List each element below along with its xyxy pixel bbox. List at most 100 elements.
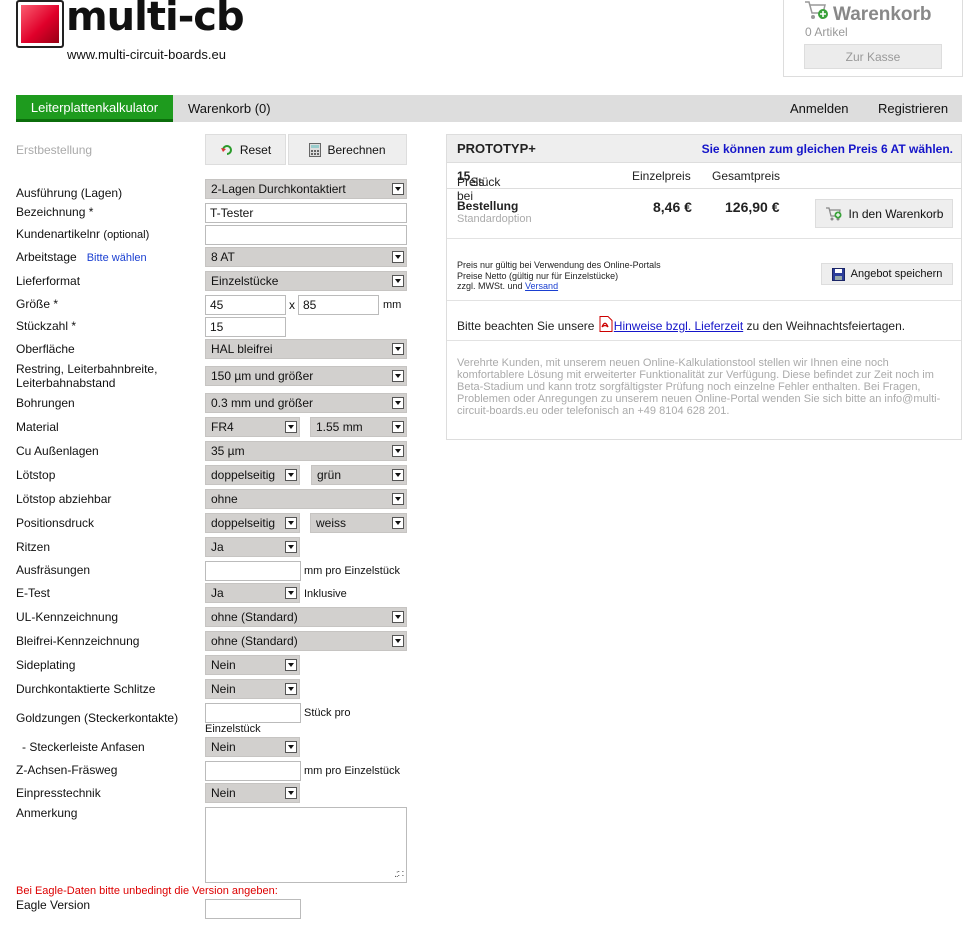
etest-note: Inklusive <box>304 588 347 600</box>
leadfree-select[interactable]: ohne (Standard) <box>205 631 407 651</box>
gold-input[interactable] <box>205 703 301 723</box>
gold-unit-line1: Stück pro <box>304 707 351 719</box>
login-link[interactable]: Anmelden <box>790 95 849 122</box>
ul-select[interactable]: ohne (Standard) <box>205 607 407 627</box>
sideplating-label: Sideplating <box>16 658 76 672</box>
peelable-select[interactable]: ohne <box>205 489 407 509</box>
etest-label: E-Test <box>16 586 51 600</box>
chevron-down-icon <box>285 421 297 433</box>
article-input[interactable] <box>205 225 407 245</box>
chamfer-select[interactable]: Nein <box>205 737 300 757</box>
size-height-input[interactable]: 85 <box>298 295 379 315</box>
milling-label: Ausfräsungen <box>16 563 91 577</box>
reset-icon <box>220 143 234 157</box>
price-for-label: Preis bei 15 Stück <box>457 169 501 203</box>
cart-add-icon <box>825 206 843 222</box>
peelable-label: Lötstop abziehbar <box>16 492 112 506</box>
cu-outer-select[interactable]: 35 µm <box>205 441 407 461</box>
delivery-time-link[interactable]: Hinweise bzgl. Lieferzeit <box>614 319 743 333</box>
surface-label: Oberfläche <box>16 342 75 356</box>
silkscreen-label: Positionsdruck <box>16 516 95 530</box>
material-select[interactable]: FR4 <box>205 417 300 437</box>
chevron-down-icon <box>392 343 404 355</box>
drills-select[interactable]: 0.3 mm und größer <box>205 393 407 413</box>
silkscreen-color-select[interactable]: weiss <box>310 513 407 533</box>
remark-textarea[interactable]: .:∷ <box>205 807 407 883</box>
tab-cart[interactable]: Warenkorb (0) <box>188 95 271 122</box>
quantity-input[interactable]: 15 <box>205 317 286 337</box>
workdays-label: Arbeitstage Bitte wählen <box>16 250 147 265</box>
ul-label: UL-Kennzeichnung <box>16 610 119 624</box>
calculate-button[interactable]: Berechnen <box>288 134 407 165</box>
chevron-down-icon <box>392 397 404 409</box>
size-width-input[interactable]: 45 <box>205 295 286 315</box>
chevron-down-icon <box>392 183 404 195</box>
first-order-label: Erstbestellung <box>16 143 93 157</box>
milling-unit: mm pro Einzelstück <box>304 565 400 577</box>
name-label: Bezeichnung * <box>16 205 94 219</box>
surface-select[interactable]: HAL bleifrei <box>205 339 407 359</box>
quantity-label: Stückzahl * <box>16 319 77 333</box>
zaxis-unit: mm pro Einzelstück <box>304 765 400 777</box>
chevron-down-icon <box>285 517 297 529</box>
site-logo[interactable]: multi-cb www.multi-circuit-boards.eu <box>16 0 246 62</box>
save-offer-label: Angebot speichern <box>850 268 943 280</box>
size-separator: x <box>289 298 295 312</box>
thickness-select[interactable]: 1.55 mm <box>310 417 407 437</box>
sideplating-select[interactable]: Nein <box>205 655 300 675</box>
logo-url: www.multi-circuit-boards.eu <box>67 47 226 62</box>
price-panel: PROTOTYP+ Sie können zum gleichen Preis … <box>446 134 962 440</box>
milling-input[interactable] <box>205 561 301 581</box>
eagle-warning: Bei Eagle-Daten bitte unbedingt die Vers… <box>16 885 278 897</box>
floppy-disk-icon <box>831 267 845 281</box>
chevron-down-icon <box>285 787 297 799</box>
workdays-help-link[interactable]: Bitte wählen <box>87 252 147 264</box>
tab-calculator[interactable]: Leiterplattenkalkulator <box>16 95 173 122</box>
scoring-select[interactable]: Ja <box>205 537 300 557</box>
soldermask-label: Lötstop <box>16 468 56 482</box>
add-to-cart-label: In den Warenkorb <box>848 206 944 221</box>
total-price: 126,90 € <box>725 199 780 215</box>
chevron-down-icon <box>392 517 404 529</box>
silkscreen-select[interactable]: doppelseitig <box>205 513 300 533</box>
delivery-format-select[interactable]: Einzelstücke <box>205 271 407 291</box>
size-unit: mm <box>383 299 402 311</box>
cart-title[interactable]: Warenkorb <box>833 4 932 26</box>
etest-select[interactable]: Ja <box>205 583 300 603</box>
chevron-down-icon <box>392 635 404 647</box>
beta-notice: Verehrte Kunden, mit unserem neuen Onlin… <box>457 357 941 417</box>
register-link[interactable]: Registrieren <box>878 95 948 122</box>
save-offer-button[interactable]: Angebot speichern <box>821 263 953 285</box>
chevron-down-icon <box>392 251 404 263</box>
panel-header: PROTOTYP+ Sie können zum gleichen Preis … <box>447 135 961 163</box>
chevron-down-icon <box>392 421 404 433</box>
gold-label: Goldzungen (Steckerkontakte) <box>16 711 179 725</box>
slots-select[interactable]: Nein <box>205 679 300 699</box>
col-total-price: Gesamtpreis <box>712 169 781 183</box>
resize-grip-icon[interactable]: .:∷ <box>394 869 404 880</box>
chevron-down-icon <box>392 469 404 481</box>
soldermask-select[interactable]: doppelseitig <box>205 465 300 485</box>
checkout-button[interactable]: Zur Kasse <box>804 44 942 69</box>
reset-button[interactable]: Reset <box>205 134 286 165</box>
shipping-link[interactable]: Versand <box>525 281 558 291</box>
mini-cart: Warenkorb 0 Artikel Zur Kasse <box>783 0 963 77</box>
size-label: Größe * <box>16 297 59 311</box>
cart-count: 0 Artikel <box>805 25 848 39</box>
zaxis-input[interactable] <box>205 761 301 781</box>
workdays-select[interactable]: 8 AT <box>205 247 407 267</box>
add-to-cart-button[interactable]: In den Warenkorb <box>815 199 953 228</box>
order-subtitle: Standardoption <box>457 213 532 225</box>
calculator-icon <box>309 142 322 157</box>
chamfer-label: - Steckerleiste Anfasen <box>22 740 145 754</box>
eagle-input[interactable] <box>205 899 301 919</box>
layers-select[interactable]: 2-Lagen Durchkontaktiert <box>205 179 407 199</box>
name-input[interactable]: T-Tester <box>205 203 407 223</box>
price-note: Preis nur gültig bei Verwendung des Onli… <box>457 260 661 291</box>
chevron-down-icon <box>392 493 404 505</box>
restring-select[interactable]: 150 µm und größer <box>205 366 407 386</box>
pressfit-select[interactable]: Nein <box>205 783 300 803</box>
soldermask-color-select[interactable]: grün <box>311 465 407 485</box>
remark-label: Anmerkung <box>16 806 78 820</box>
product-title: PROTOTYP+ <box>457 141 536 156</box>
